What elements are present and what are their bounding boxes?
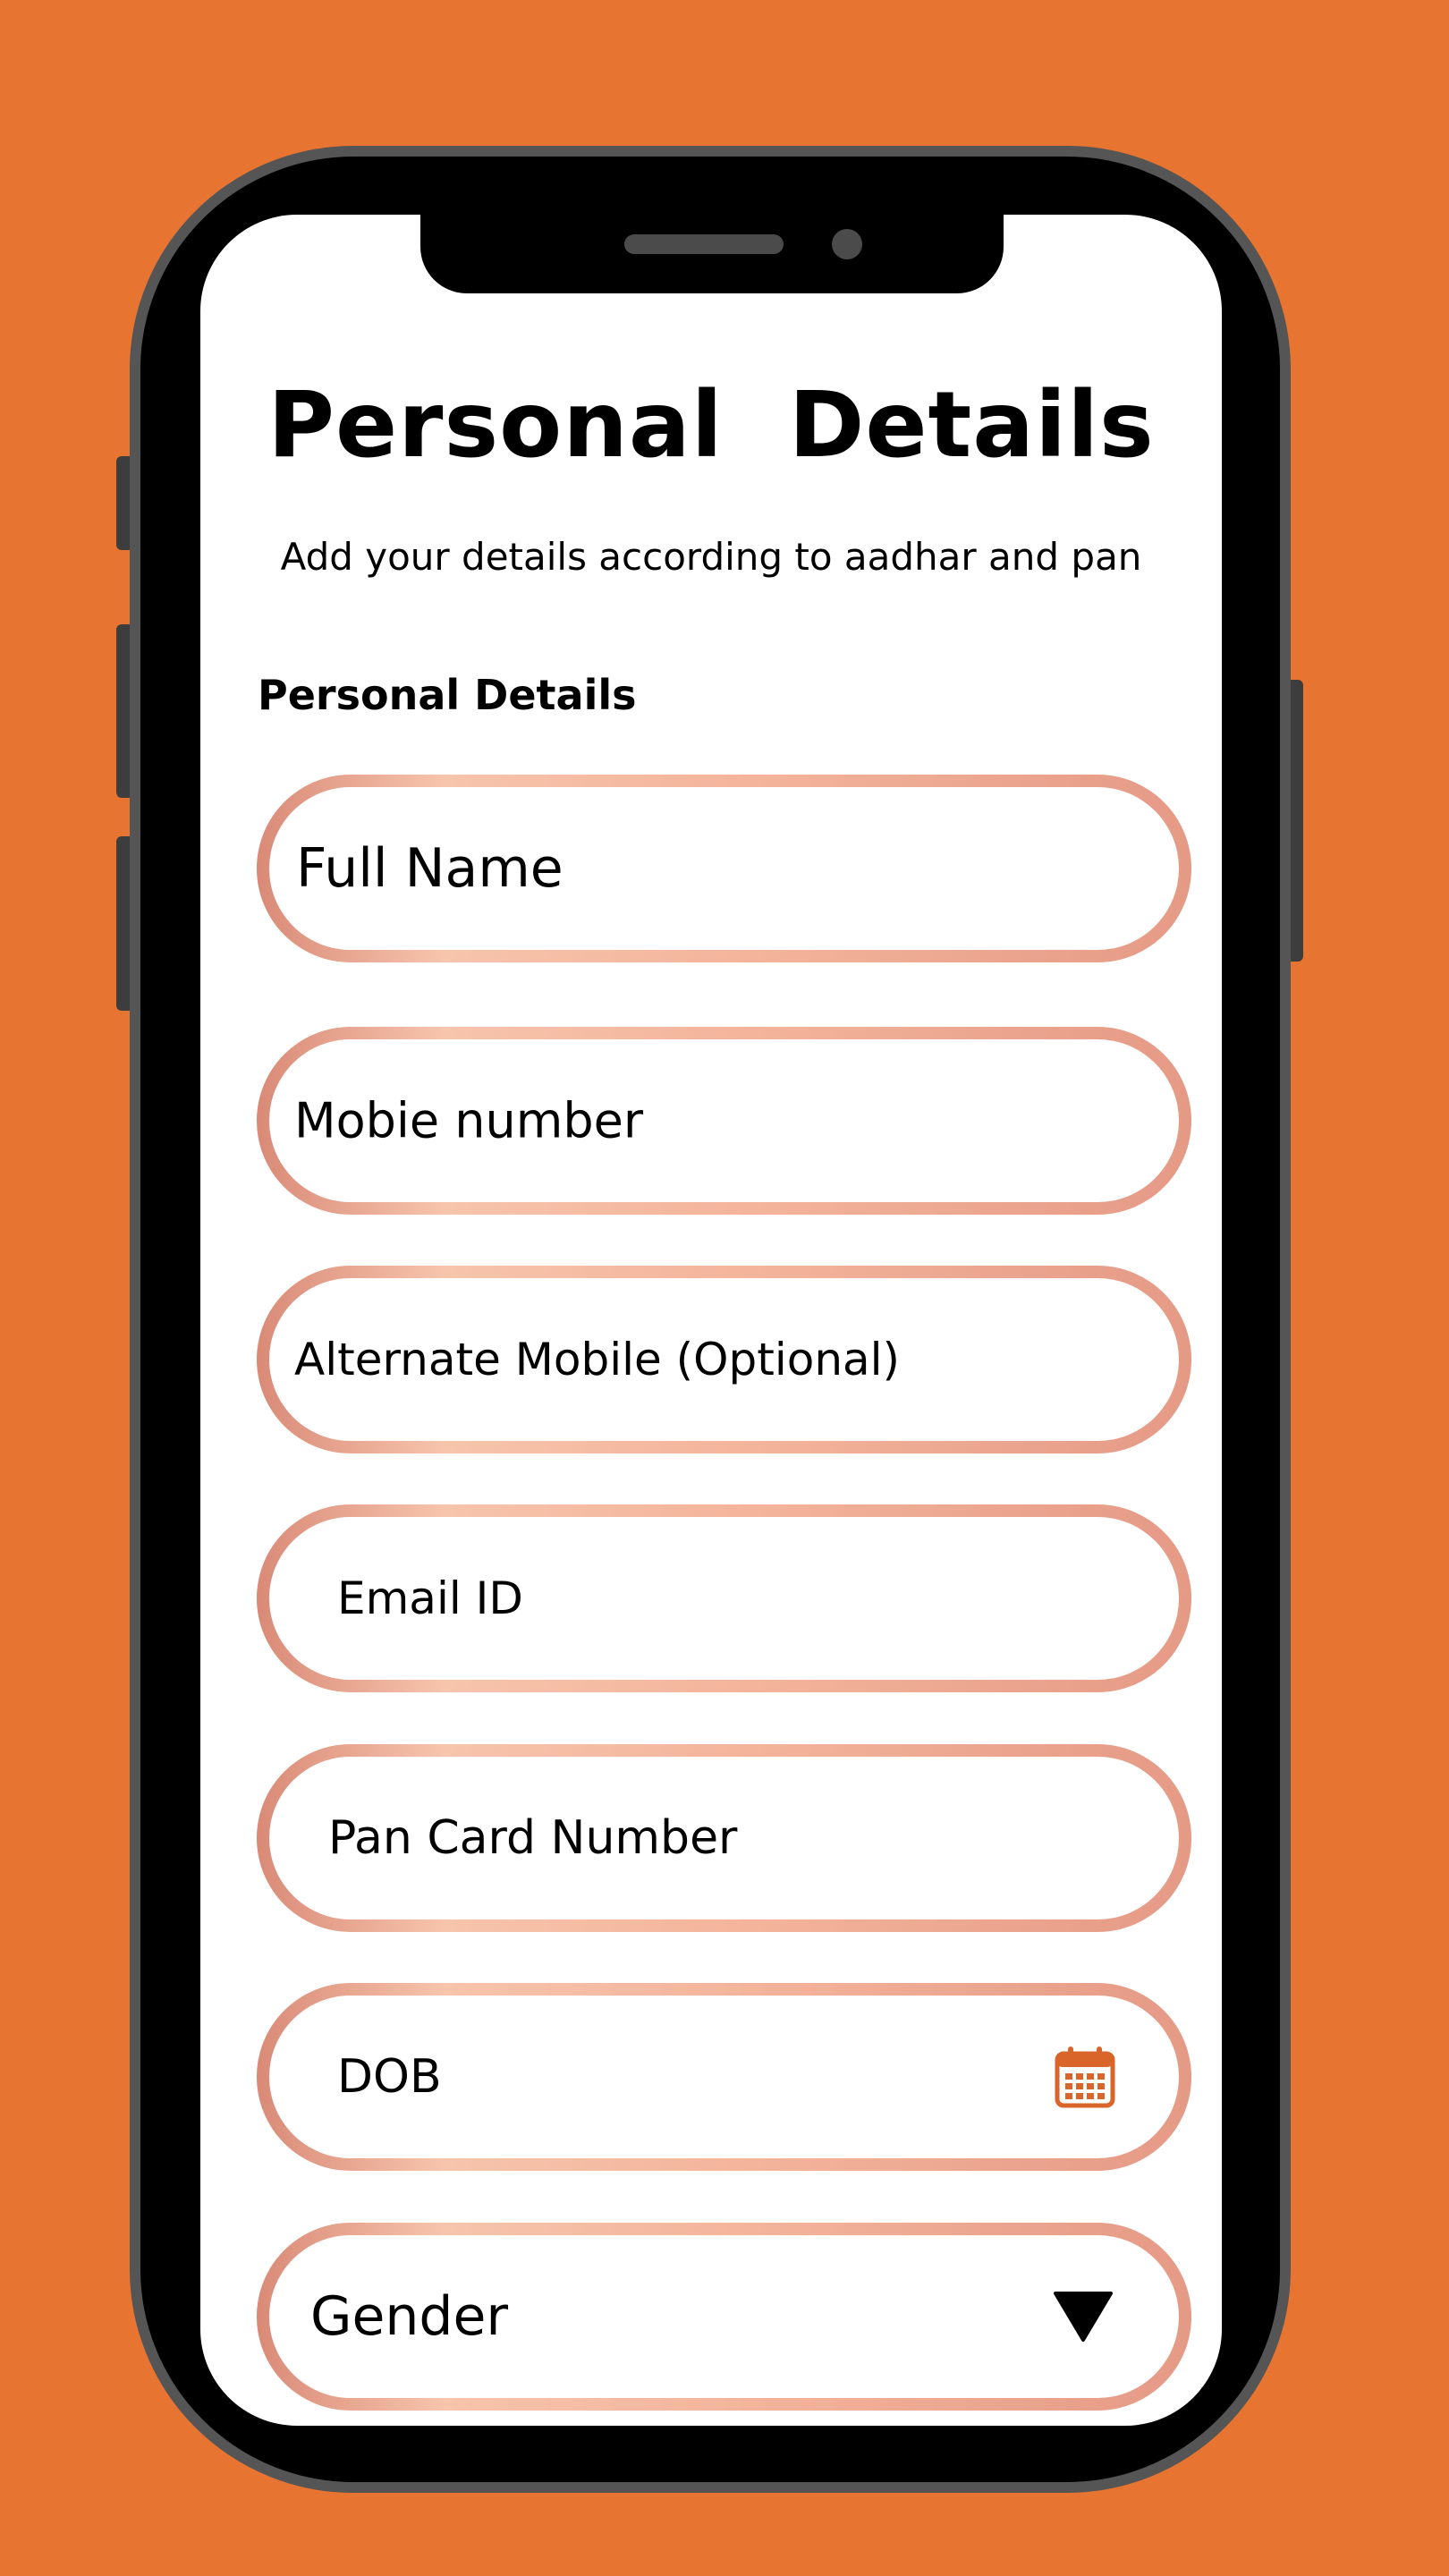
gender-placeholder: Gender — [310, 2285, 509, 2348]
dob-placeholder: DOB — [337, 2050, 442, 2104]
front-camera — [832, 229, 862, 259]
mobile-number-placeholder: Mobie number — [294, 1092, 644, 1149]
full-name-input[interactable]: Full Name — [257, 775, 1191, 962]
gender-select[interactable]: Gender — [257, 2223, 1191, 2411]
alternate-mobile-placeholder: Alternate Mobile (Optional) — [294, 1334, 901, 1385]
triangle-down-icon[interactable] — [1052, 2290, 1114, 2343]
email-placeholder: Email ID — [337, 1572, 523, 1624]
page-subtitle: Add your details according to aadhar and… — [280, 535, 1142, 579]
pan-card-input[interactable]: Pan Card Number — [257, 1744, 1191, 1932]
section-label: Personal Details — [258, 671, 637, 719]
mobile-number-input[interactable]: Mobie number — [257, 1027, 1191, 1215]
alternate-mobile-input[interactable]: Alternate Mobile (Optional) — [257, 1266, 1191, 1453]
email-input[interactable]: Email ID — [257, 1504, 1191, 1692]
full-name-placeholder: Full Name — [296, 837, 564, 900]
pan-card-placeholder: Pan Card Number — [328, 1811, 738, 1865]
speaker-grille — [624, 234, 784, 254]
dob-input[interactable]: DOB — [257, 1983, 1191, 2171]
page-title: Personal Details — [267, 372, 1155, 479]
calendar-icon[interactable] — [1054, 2045, 1116, 2109]
